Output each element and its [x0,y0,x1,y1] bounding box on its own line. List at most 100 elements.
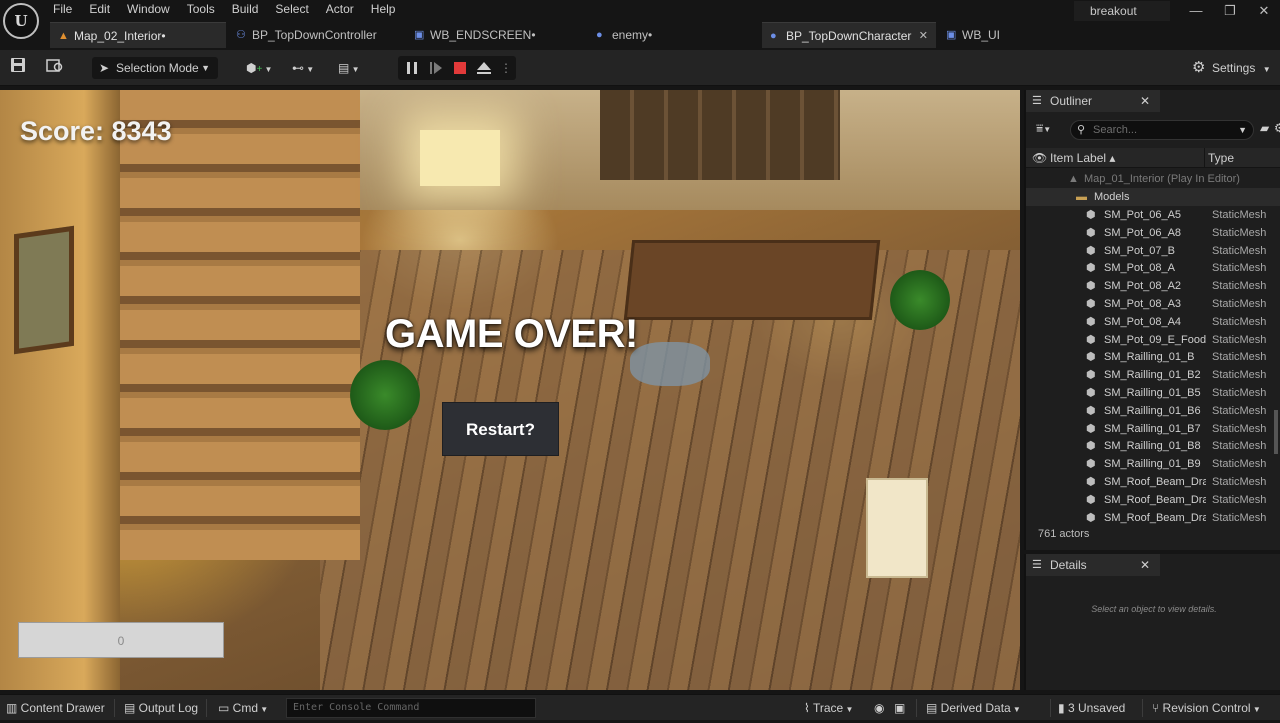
close-tab-icon[interactable]: ✕ [919,23,928,49]
eye-icon[interactable]: 👁 [1032,148,1047,168]
menu-build[interactable]: Build [227,1,271,19]
log-icon: ▤ [124,701,139,715]
outliner-row-label: SM_Railling_01_B5 [1104,387,1201,399]
add-folder-icon[interactable]: ▰ [1260,121,1269,135]
tab-map-02-interior[interactable]: ▲ Map_02_Interior• [50,22,226,48]
menu-edit[interactable]: Edit [84,1,122,19]
menu-actor[interactable]: Actor [321,1,366,19]
screenshot-icon[interactable]: ▣ [894,695,905,721]
static-mesh-icon: ⬢ [1086,422,1096,435]
menu-help[interactable]: Help [366,1,408,19]
step-frame-icon[interactable] [428,60,444,76]
outliner-row[interactable]: ⬢ SM_Roof_Beam_Dra StaticMesh [1026,473,1280,491]
outliner-row[interactable]: ⬢ SM_Railling_01_B6 StaticMesh [1026,402,1280,420]
menu-file[interactable]: File [48,1,84,19]
gamepad-icon: ⚇ [236,29,246,41]
selection-mode-dropdown[interactable]: ➤ Selection Mode ▼ [92,57,218,79]
derived-data-button[interactable]: ▤ Derived Data ▼ [926,695,1021,721]
project-name: breakout [1074,1,1170,21]
cinematics-button[interactable]: ▤ ▼ [338,57,370,79]
unreal-logo-icon[interactable]: U [3,3,39,39]
outliner-search-input[interactable]: ⚲ Search... ▼ [1070,120,1254,140]
outliner-row[interactable]: ⬢ SM_Pot_08_A4 StaticMesh [1026,313,1280,331]
content-browser-icon[interactable] [46,57,66,79]
tab-wb-ui[interactable]: ▣ WB_UI [938,22,1058,48]
restart-button[interactable]: Restart? [442,402,559,456]
divider [1050,699,1051,717]
outliner-row[interactable]: ⬢ SM_Railling_01_B5 StaticMesh [1026,384,1280,402]
cmd-dropdown[interactable]: ▭ Cmd ▼ [218,695,268,721]
outliner-row[interactable]: ⬢ SM_Pot_07_B StaticMesh [1026,242,1280,260]
revision-control-button[interactable]: ⑂ Revision Control ▼ [1152,695,1261,721]
outliner-row[interactable]: ⬢ SM_Pot_08_A2 StaticMesh [1026,277,1280,295]
outliner-row[interactable]: ⬢ SM_Railling_01_B7 StaticMesh [1026,420,1280,438]
pause-icon[interactable] [404,60,420,76]
trace-dropdown[interactable]: ⌇ Trace ▼ [804,695,853,721]
menu-tools[interactable]: Tools [182,1,227,19]
unsaved-button[interactable]: ▮ 3 Unsaved [1058,695,1125,721]
outliner-row[interactable]: ⬢ SM_Railling_01_B8 StaticMesh [1026,437,1280,455]
outliner-row[interactable]: ⬢ SM_Pot_08_A3 StaticMesh [1026,295,1280,313]
chevron-down-icon: ▼ [1010,705,1021,714]
outliner-row[interactable]: ⬢ SM_Pot_06_A8 StaticMesh [1026,224,1280,242]
record-icon[interactable]: ◉ [874,695,884,721]
menu-select[interactable]: Select [270,1,320,19]
divider [114,699,115,717]
clapperboard-icon: ▤ [338,61,350,75]
tab-label: BP_TopDownController [252,28,377,42]
content-drawer-button[interactable]: ▥ Content Drawer [6,695,105,721]
stop-icon[interactable] [452,60,468,76]
outliner-row[interactable]: ⬢ SM_Pot_09_E_Food StaticMesh [1026,331,1280,349]
outliner-row-label: SM_Pot_08_A4 [1104,315,1182,328]
output-log-button[interactable]: ▤ Output Log [124,695,198,721]
gear-icon[interactable]: ⚙ [1274,121,1280,135]
add-actor-button[interactable]: ⬢+ ▼ [246,57,278,79]
outliner-row[interactable]: ⬢ SM_Roof_Beam_Dra StaticMesh [1026,509,1280,527]
blueprints-button[interactable]: ⊷ ▼ [292,57,324,79]
tab-label: Map_02_Interior• [74,29,166,43]
static-mesh-icon: ⬢ [1086,476,1096,488]
settings-button[interactable]: ⚙ Settings ▼ [1192,57,1271,79]
tab-wb-endscreen[interactable]: ▣ WB_ENDSCREEN• [406,22,582,48]
eject-icon[interactable] [476,60,492,76]
outliner-row-type: StaticMesh [1212,404,1267,417]
static-mesh-icon: ⬢ [1086,511,1096,524]
tab-bp-topdowncontroller[interactable]: ⚇ BP_TopDownController [228,22,404,48]
outliner-row-label: SM_Railling_01_B2 [1104,369,1201,382]
outliner-row[interactable]: ⬢ SM_Railling_01_B9 StaticMesh [1026,455,1280,473]
column-item-label[interactable]: Item Label ▴ [1050,148,1115,168]
console-command-input[interactable]: Enter Console Command [286,698,536,718]
scene-shelf [600,90,840,180]
tab-bp-topdowncharacter[interactable]: ● BP_TopDownCharacter ✕ [762,22,936,48]
outliner-tab[interactable]: ☰ Outliner ✕ [1026,90,1160,112]
minimize-icon[interactable]: — [1188,3,1204,19]
game-viewport[interactable]: Score: 8343 GAME OVER! Restart? 0 [0,90,1020,690]
more-options-icon[interactable]: ⋮ [498,60,514,76]
chevron-down-icon: ▼ [262,65,273,74]
outliner-row[interactable]: ⬢ SM_Pot_06_A5 StaticMesh [1026,206,1280,224]
close-panel-icon[interactable]: ✕ [1140,90,1150,112]
close-panel-icon[interactable]: ✕ [1140,554,1150,576]
maximize-icon[interactable]: ❐ [1222,3,1238,19]
details-tab[interactable]: ☰ Details ✕ [1026,554,1160,576]
play-controls: ⋮ [398,56,516,80]
save-icon[interactable] [10,57,28,79]
tab-label: WB_UI [962,28,1001,42]
content-drawer-label: Content Drawer [20,701,105,715]
tab-enemy[interactable]: ● enemy• [588,22,758,48]
tree-folder[interactable]: ▬ Models [1026,188,1280,206]
outliner-row[interactable]: ⬢ SM_Railling_01_B2 StaticMesh [1026,366,1280,384]
details-title: Details [1050,558,1087,572]
filter-icon[interactable]: ⩸▼ [1036,121,1051,136]
menu-window[interactable]: Window [122,1,182,19]
tree-root[interactable]: ▲ Map_01_Interior (Play In Editor) [1026,170,1280,188]
static-mesh-icon: ⬢ [1086,351,1096,364]
chevron-down-icon: ▼ [1262,65,1271,74]
outliner-row[interactable]: ⬢ SM_Pot_08_A StaticMesh [1026,259,1280,277]
outliner-row[interactable]: ⬢ SM_Roof_Beam_Dra StaticMesh [1026,491,1280,509]
outliner-row-label: SM_Pot_08_A3 [1104,298,1182,310]
outliner-row[interactable]: ⬢ SM_Railling_01_B StaticMesh [1026,348,1280,366]
outliner-scrollbar[interactable] [1274,410,1278,454]
close-window-icon[interactable]: ✕ [1256,3,1272,19]
column-type[interactable]: Type [1208,148,1234,168]
